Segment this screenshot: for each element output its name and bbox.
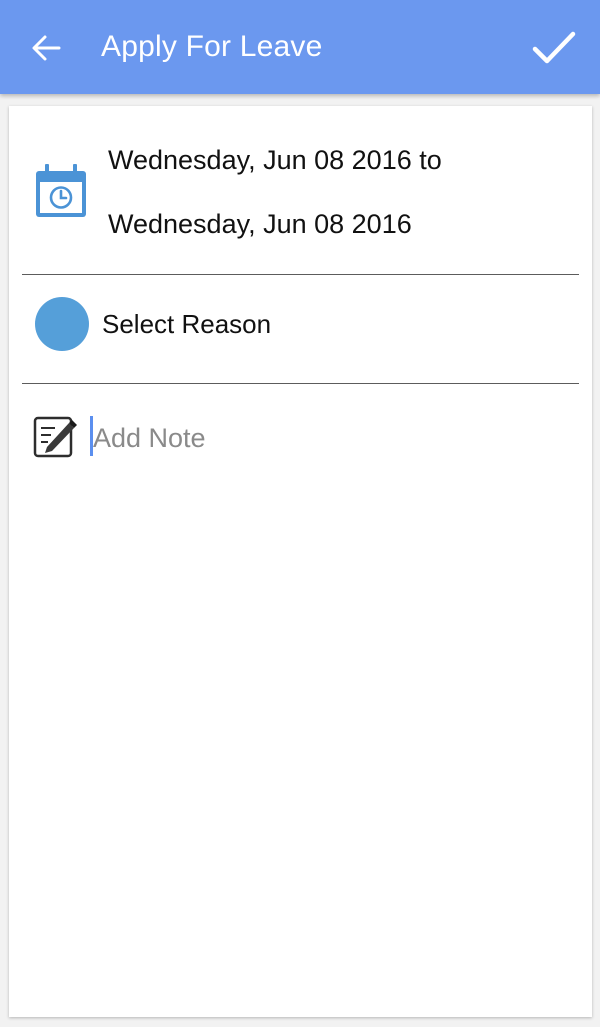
start-date-text: Wednesday, Jun 08 2016 to — [108, 145, 442, 175]
reason-selector[interactable]: Select Reason — [9, 276, 592, 382]
end-date-text: Wednesday, Jun 08 2016 — [108, 209, 412, 239]
text-cursor — [90, 416, 93, 456]
checkmark-icon — [532, 31, 576, 64]
reason-label: Select Reason — [102, 309, 272, 339]
date-range-picker[interactable]: Wednesday, Jun 08 2016 to Wednesday, Jun… — [9, 106, 592, 275]
confirm-button[interactable] — [526, 20, 582, 76]
calendar-clock-icon — [36, 164, 86, 217]
leave-form-card: Wednesday, Jun 08 2016 to Wednesday, Jun… — [9, 106, 592, 1017]
back-button[interactable] — [20, 22, 72, 74]
app-bar: Apply For Leave — [0, 0, 600, 94]
divider — [22, 383, 579, 384]
circle-icon — [35, 297, 89, 351]
page-title: Apply For Leave — [101, 30, 323, 63]
divider — [22, 274, 579, 275]
arrow-back-icon — [32, 35, 61, 61]
edit-note-icon — [33, 416, 77, 458]
note-input[interactable] — [89, 414, 569, 462]
